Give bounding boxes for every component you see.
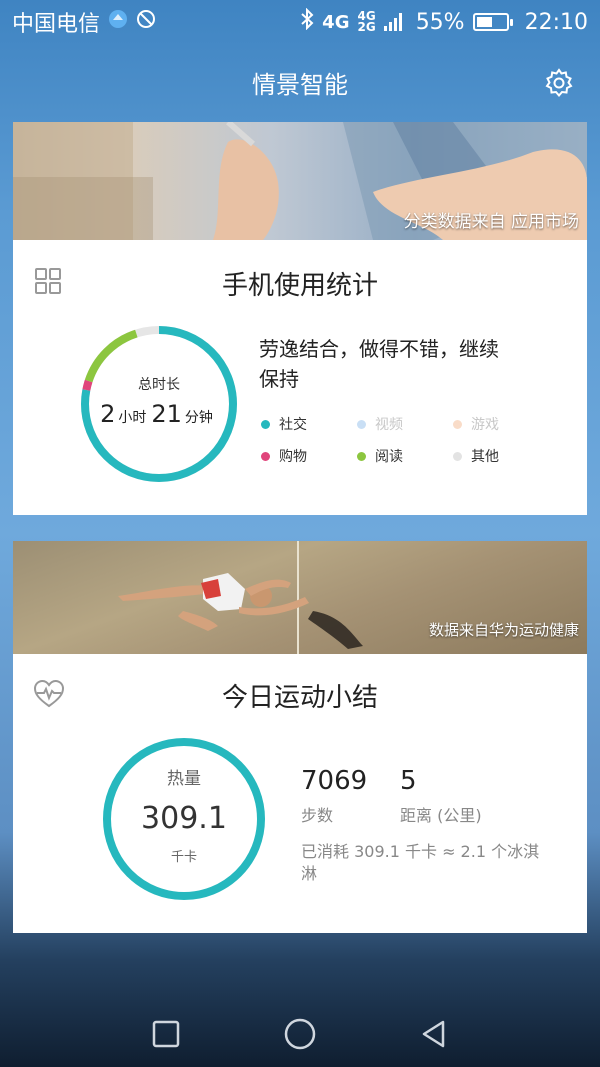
sport-banner-caption: 数据来自华为运动健康 — [428, 621, 579, 639]
battery-level — [476, 17, 492, 27]
legend-dot — [357, 451, 366, 461]
legend-dot — [357, 419, 366, 429]
legend-label: 其他 — [471, 449, 499, 465]
status-bar: 中国电信 4G 4G 2G 55% 22:10 — [0, 0, 600, 44]
calories-note: 已消耗 309.1 千卡 ≈ 2.1 个冰淇淋 — [301, 842, 540, 883]
steps-stat: 7069 步数 — [301, 766, 367, 826]
legend-label: 购物 — [279, 449, 307, 465]
legend-item: 游戏 — [453, 414, 549, 434]
no-disturb-icon — [136, 9, 156, 35]
bluetooth-icon — [300, 7, 314, 36]
network-type: 4G — [322, 11, 350, 33]
sport-banner: 数据来自华为运动健康 — [13, 541, 587, 654]
legend-item: 社交 — [261, 414, 357, 434]
calories-ring: 热量 309.1 千卡 — [101, 736, 267, 902]
hours-unit: 小时 — [118, 410, 147, 426]
legend-item: 其他 — [453, 446, 549, 466]
minutes-unit: 分钟 — [184, 410, 213, 426]
legend-dot — [453, 419, 462, 429]
hd-call-icon — [108, 9, 128, 35]
usage-card-title: 手机使用统计 — [221, 271, 378, 301]
home-icon[interactable] — [280, 1014, 320, 1054]
battery-icon — [472, 13, 513, 31]
total-duration-label: 总时长 — [138, 377, 180, 393]
legend-dot — [261, 419, 270, 429]
legend-item: 阅读 — [357, 446, 453, 466]
steps-value: 7069 — [301, 766, 368, 796]
phone-usage-card[interactable]: 分类数据来自 应用市场 手机使用统计 总时长 2 小时 21 分钟 劳逸结合，做得不错… — [13, 122, 587, 515]
back-icon[interactable] — [414, 1014, 454, 1054]
legend-label: 视频 — [375, 417, 403, 433]
distance-stat: 5 距离 (公里) — [400, 766, 482, 826]
hours-value: 2 — [100, 400, 116, 428]
legend-label: 阅读 — [375, 449, 403, 465]
minutes-value: 21 — [151, 400, 182, 428]
calories-unit: 千卡 — [170, 850, 197, 865]
distance-label: 距离 (公里) — [400, 806, 482, 825]
battery-percent: 55% — [415, 9, 465, 35]
gear-icon[interactable] — [544, 68, 574, 98]
usage-banner-caption: 分类数据来自 应用市场 — [403, 212, 579, 232]
usage-ring-center: 总时长 2 小时 21 分钟 — [77, 322, 241, 486]
legend-label: 游戏 — [471, 417, 499, 433]
usage-comment: 劳逸结合，做得不错，继续保持 — [259, 337, 499, 391]
calories-ring-center: 热量 309.1 千卡 — [101, 736, 267, 902]
app-header: 情景智能 — [0, 56, 600, 108]
legend-item: 购物 — [261, 446, 357, 466]
usage-banner: 分类数据来自 应用市场 — [13, 122, 587, 240]
distance-value: 5 — [400, 766, 417, 796]
steps-label: 步数 — [301, 806, 334, 825]
total-duration-value: 2 小时 21 分钟 — [100, 400, 218, 428]
recent-apps-icon[interactable] — [146, 1014, 186, 1054]
navigation-bar — [0, 1000, 600, 1067]
sport-summary-card[interactable]: 数据来自华为运动健康 今日运动小结 热量 309.1 千卡 7069 步数 5 … — [13, 541, 587, 933]
calories-value: 309.1 — [141, 801, 227, 836]
signal-icon — [383, 13, 402, 31]
legend-dot — [453, 451, 462, 461]
carrier-name: 中国电信 — [12, 12, 101, 37]
legend-dot — [261, 451, 270, 461]
page-title: 情景智能 — [252, 70, 348, 99]
network-small-bottom: 2G — [357, 20, 376, 34]
status-left: 中国电信 — [12, 6, 156, 38]
legend-item: 视频 — [357, 414, 453, 434]
network-secondary: 4G 2G — [357, 10, 376, 34]
usage-ring: 总时长 2 小时 21 分钟 — [77, 322, 241, 486]
clock: 22:10 — [524, 9, 588, 35]
calories-label: 热量 — [167, 769, 201, 789]
status-right: 4G 4G 2G 55% 22:10 — [300, 7, 588, 36]
legend-label: 社交 — [279, 417, 307, 433]
usage-legend: 社交 视频 游戏购物 阅读 其他 — [261, 414, 541, 466]
sport-card-title: 今日运动小结 — [221, 683, 378, 713]
